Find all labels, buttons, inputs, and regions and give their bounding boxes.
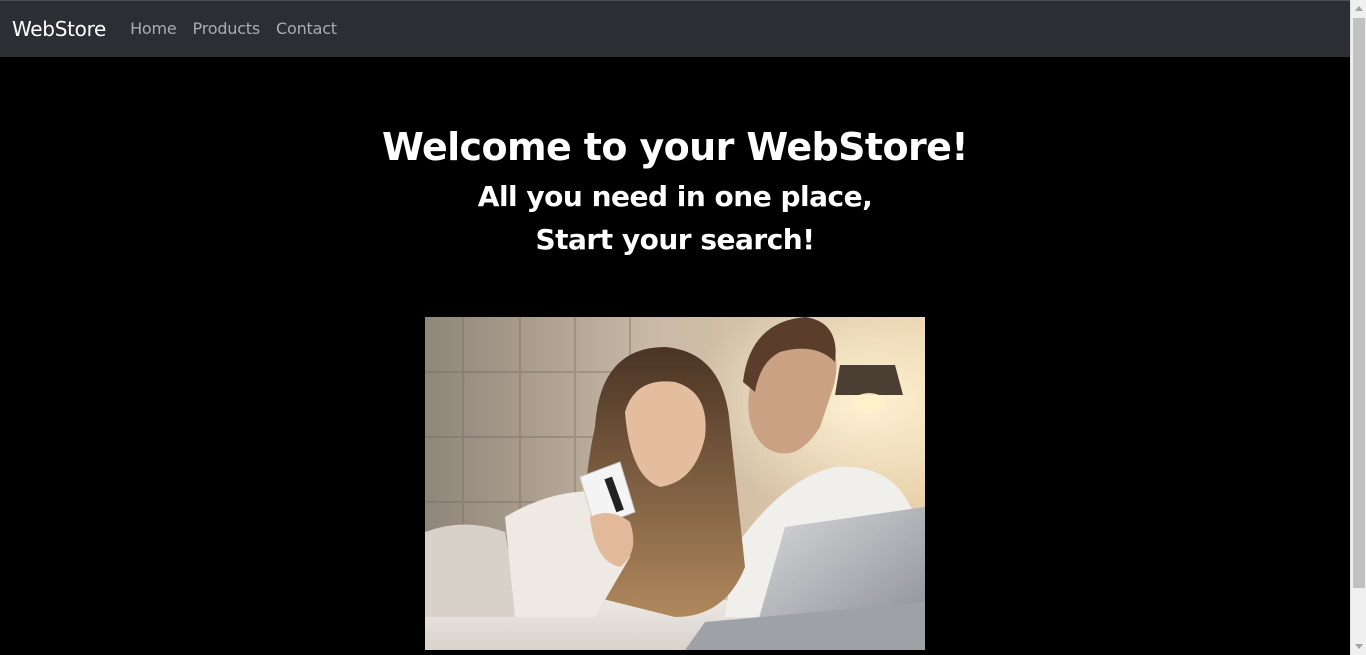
hero-title: Welcome to your WebStore! [381,125,969,169]
scroll-thumb[interactable] [1353,18,1365,588]
scroll-down-arrow-icon[interactable] [1355,644,1363,649]
brand-link[interactable]: WebStore [12,17,106,41]
nav-link-products[interactable]: Products [193,19,261,39]
hero-subtitle-line1: All you need in one place, [477,180,873,213]
navbar: WebStore Home Products Contact [0,0,1350,57]
nav-link-contact[interactable]: Contact [276,19,337,39]
scroll-up-arrow-icon[interactable] [1355,6,1363,11]
page-scrollbar[interactable] [1350,0,1366,655]
nav-link-home[interactable]: Home [130,19,177,39]
hero-section: Welcome to your WebStore! All you need i… [0,57,1350,655]
nav-links: Home Products Contact [130,19,337,39]
hero-subtitle-line2: Start your search! [535,223,815,256]
page: WebStore Home Products Contact Welcome t… [0,0,1366,655]
hero-image [425,317,925,650]
